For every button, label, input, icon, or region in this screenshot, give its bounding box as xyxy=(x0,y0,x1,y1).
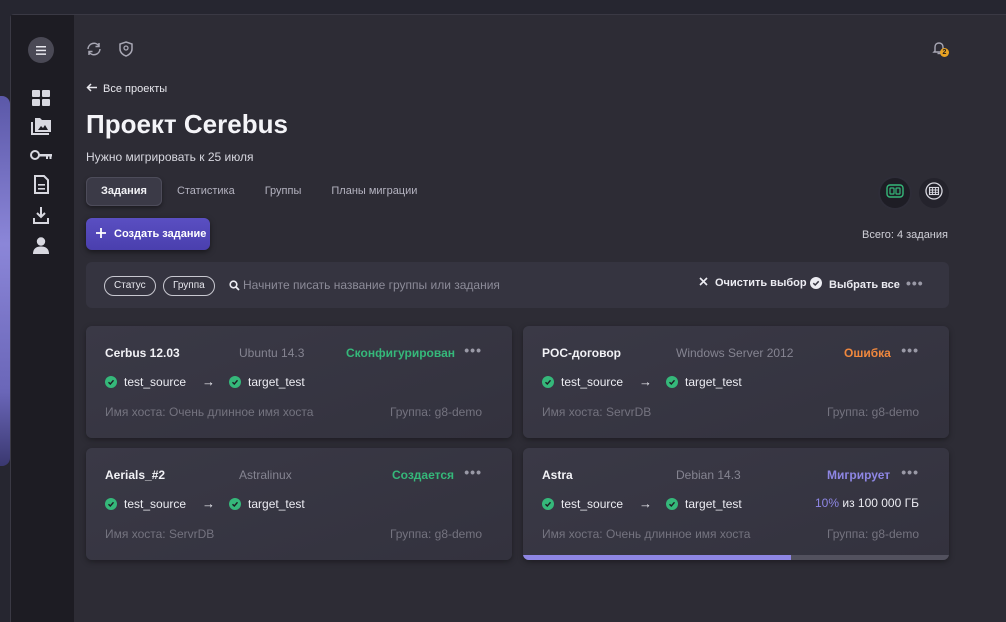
host-name: Имя хоста: ServrDB xyxy=(542,405,652,419)
refresh-icon[interactable] xyxy=(85,40,103,58)
clear-selection-button[interactable]: Очистить выбор xyxy=(699,277,807,289)
group-filter-chip[interactable]: Группа xyxy=(163,276,215,296)
filter-bar: Статус Группа Очистить выбор Выбрать все… xyxy=(86,262,949,308)
migration-flow: test_source → target_test xyxy=(105,374,305,389)
shield-icon[interactable] xyxy=(117,40,135,58)
target-name: target_test xyxy=(248,496,305,511)
plus-icon xyxy=(96,227,106,241)
status-filter-chip[interactable]: Статус xyxy=(104,276,156,296)
total-count: Всего: 4 задания xyxy=(861,229,948,241)
task-os: Windows Server 2012 xyxy=(676,346,794,360)
task-card[interactable]: POC-договор Windows Server 2012 Ошибка •… xyxy=(523,326,949,438)
host-name: Имя хоста: Очень длинное имя хоста xyxy=(105,405,314,419)
clear-selection-label: Очистить выбор xyxy=(715,277,807,289)
check-circle-icon xyxy=(810,277,822,292)
user-icon[interactable] xyxy=(30,234,52,256)
card-more-button[interactable]: ••• xyxy=(901,464,919,480)
host-name: Имя хоста: Очень длинное имя хоста xyxy=(542,527,751,541)
notification-badge: 2 xyxy=(940,48,949,57)
more-options-button[interactable]: ••• xyxy=(906,275,924,291)
migration-flow: test_source → target_test xyxy=(542,496,742,511)
tab-tasks[interactable]: Задания xyxy=(86,177,162,206)
folder-images-icon[interactable] xyxy=(30,115,52,137)
check-circle-icon xyxy=(229,497,242,510)
progress-bar-fill xyxy=(523,555,792,560)
sidebar xyxy=(11,15,74,622)
check-circle-icon xyxy=(229,375,242,388)
create-task-button[interactable]: Создать задание xyxy=(86,218,210,250)
back-link-label: Все проекты xyxy=(103,83,168,95)
group-name: Группа: g8-demo xyxy=(826,527,919,541)
check-circle-icon xyxy=(542,497,554,510)
tab-groups[interactable]: Группы xyxy=(250,177,317,206)
task-name: Cerbus 12.03 xyxy=(105,346,180,360)
menu-icon[interactable] xyxy=(28,37,54,63)
task-card[interactable]: Astra Debian 14.3 Мигрирует ••• test_sou… xyxy=(523,448,949,560)
group-name: Группа: g8-demo xyxy=(389,405,482,419)
create-task-label: Создать задание xyxy=(114,228,207,240)
task-card[interactable]: Aerials_#2 Astralinux Создается ••• test… xyxy=(86,448,512,560)
target-name: target_test xyxy=(685,374,742,389)
search-input[interactable] xyxy=(243,275,663,295)
task-name: Astra xyxy=(542,468,573,482)
card-view-icon xyxy=(886,183,904,203)
task-os: Debian 14.3 xyxy=(676,468,741,482)
tab-statistics[interactable]: Статистика xyxy=(162,177,250,206)
page-title: Проект Cerebus xyxy=(86,109,288,139)
card-more-button[interactable]: ••• xyxy=(901,342,919,358)
group-name: Группа: g8-demo xyxy=(826,405,919,419)
side-accent-glow xyxy=(0,96,10,466)
tab-migration-plans[interactable]: Планы миграции xyxy=(316,177,432,206)
arrow-left-icon xyxy=(86,83,97,95)
progress-percent: 10% xyxy=(815,496,840,510)
check-circle-icon xyxy=(542,375,554,388)
table-view-icon xyxy=(925,181,943,205)
source-name: test_source xyxy=(124,496,187,511)
source-name: test_source xyxy=(561,496,624,511)
status-badge: Сконфигурирован xyxy=(346,346,455,360)
dashboard-icon[interactable] xyxy=(30,87,52,109)
migration-flow: test_source → target_test xyxy=(105,496,305,511)
group-name: Группа: g8-demo xyxy=(389,527,482,541)
arrow-right-icon: → xyxy=(639,374,653,389)
tab-bar: Задания Статистика Группы Планы миграции xyxy=(86,177,432,206)
task-name: POC-договор xyxy=(542,346,621,360)
progress-total: из 100 000 ГБ xyxy=(839,496,919,510)
download-icon[interactable] xyxy=(30,204,52,226)
arrow-right-icon: → xyxy=(202,496,216,511)
check-circle-icon xyxy=(666,497,679,510)
source-name: test_source xyxy=(561,374,624,389)
key-icon[interactable] xyxy=(30,144,52,166)
page-subtitle: Нужно мигрировать к 25 июля xyxy=(86,150,254,164)
card-more-button[interactable]: ••• xyxy=(464,342,482,358)
task-os: Astralinux xyxy=(239,468,292,482)
status-badge: Создается xyxy=(392,468,455,482)
progress-text: 10% из 100 000 ГБ xyxy=(815,496,919,510)
select-all-label: Выбрать все xyxy=(829,278,900,291)
task-card[interactable]: Cerbus 12.03 Ubuntu 14.3 Сконфигурирован… xyxy=(86,326,512,438)
arrow-right-icon: → xyxy=(639,496,653,511)
host-name: Имя хоста: ServrDB xyxy=(105,527,215,541)
arrow-right-icon: → xyxy=(202,374,216,389)
card-more-button[interactable]: ••• xyxy=(464,464,482,480)
task-name: Aerials_#2 xyxy=(105,468,166,482)
check-circle-icon xyxy=(105,497,117,510)
target-name: target_test xyxy=(685,496,742,511)
search-icon xyxy=(229,278,241,291)
select-all-button[interactable]: Выбрать все xyxy=(810,277,900,292)
check-circle-icon xyxy=(105,375,117,388)
close-icon xyxy=(699,277,708,289)
target-name: target_test xyxy=(248,374,305,389)
document-icon[interactable] xyxy=(30,173,52,195)
back-link[interactable]: Все проекты xyxy=(86,83,167,95)
source-name: test_source xyxy=(124,374,187,389)
check-circle-icon xyxy=(666,375,679,388)
migration-flow: test_source → target_test xyxy=(542,374,742,389)
status-badge: Мигрирует xyxy=(827,468,891,482)
task-os: Ubuntu 14.3 xyxy=(239,346,305,360)
status-badge: Ошибка xyxy=(844,346,891,360)
card-view-button[interactable] xyxy=(880,178,910,208)
table-view-button[interactable] xyxy=(919,178,949,208)
